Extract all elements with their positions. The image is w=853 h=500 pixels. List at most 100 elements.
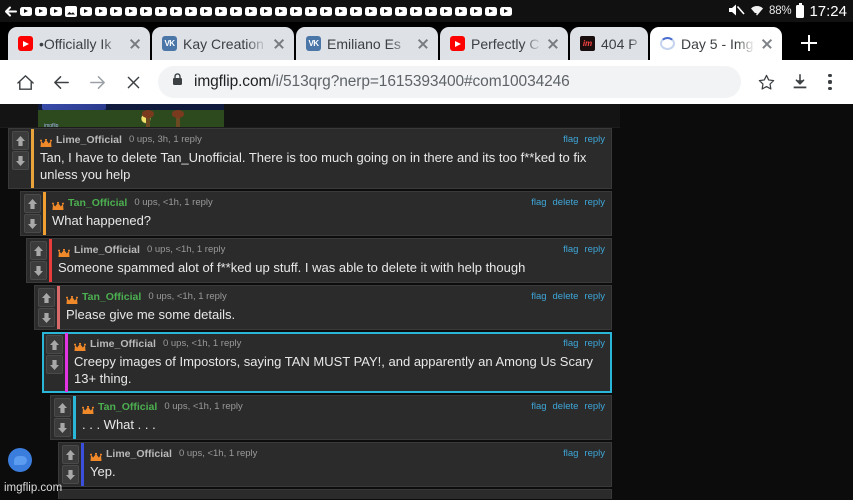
meme-thumbnail-strip[interactable]: imgflip [0,104,620,128]
tab-close-icon[interactable] [759,36,775,52]
browser-tab-4[interactable]: Perfectly Cu [440,27,568,60]
comment-item[interactable]: Tan_Official 0 ups, <1h, 1 reply flag delet… [20,191,612,236]
comment-flag-link[interactable]: flag [531,401,546,412]
comment-meta: Tan_Official 0 ups, <1h, 1 reply flag delet… [52,195,605,210]
comment-partial-next[interactable] [58,489,612,499]
downvote-button[interactable] [54,418,71,437]
comment-username[interactable]: Lime_Official [90,338,156,350]
comment-username[interactable]: Tan_Official [82,291,141,303]
youtube-favicon [450,36,465,51]
home-button[interactable] [8,65,42,99]
tab-title: •Officially Ik [39,35,112,52]
tab-close-icon[interactable] [545,36,561,52]
comment-actions: flag reply [563,244,605,255]
comment-item[interactable]: Tan_Official 0 ups, <1h, 1 reply flag delet… [34,285,612,330]
crown-icon [82,402,94,414]
tab-title: 404 P [601,35,638,52]
downvote-button[interactable] [12,151,29,170]
stop-loading-button[interactable] [116,65,150,99]
browser-tab-5[interactable]: im 404 P [570,27,648,60]
downvote-button[interactable] [30,261,47,280]
comment-meta: Lime_Official 0 ups, <1h, 1 reply flag repl… [74,336,605,351]
youtube-icon [425,6,437,16]
comment-reply-link[interactable]: reply [584,401,605,412]
comment-reply-link[interactable]: reply [584,291,605,302]
downvote-button[interactable] [46,355,63,374]
browser-tab-3[interactable]: VK Emiliano Es [296,27,438,60]
comment-flag-link[interactable]: flag [531,197,546,208]
comment-reply-link[interactable]: reply [584,338,605,349]
thumb-shape [172,110,184,127]
upvote-button[interactable] [54,398,71,417]
comment-username[interactable]: Lime_Official [56,134,122,146]
comment-username[interactable]: Tan_Official [98,401,157,413]
comment-username[interactable]: Tan_Official [68,197,127,209]
back-button[interactable] [44,65,78,99]
comment-username[interactable]: Lime_Official [74,244,140,256]
comment-reply-link[interactable]: reply [584,134,605,145]
comment-reply-link[interactable]: reply [584,448,605,459]
comment-flag-link[interactable]: flag [563,448,578,459]
tab-close-icon[interactable] [127,36,143,52]
star-icon [758,74,774,90]
comment-meta: Lime_Official 0 ups, 3h, 1 reply flag reply [40,132,605,147]
new-tab-button[interactable] [794,28,824,58]
browser-tab-1[interactable]: •Officially Ik [8,27,150,60]
chat-bubble-icon[interactable] [8,448,32,472]
comment-stats: 0 ups, <1h, 1 reply [146,244,226,255]
vk-favicon: VK [162,36,177,51]
forward-button[interactable] [80,65,114,99]
youtube-icon [185,6,197,16]
stop-loading-icon [127,76,139,88]
youtube-icon [260,6,272,16]
browser-tab-2[interactable]: VK Kay Creation [152,27,294,60]
comment-reply-link[interactable]: reply [584,197,605,208]
youtube-icon [20,6,32,16]
vote-column [59,443,81,486]
comment-flag-link[interactable]: flag [531,291,546,302]
comment-delete-link[interactable]: delete [553,291,579,302]
comment-flag-link[interactable]: flag [563,134,578,145]
youtube-icon [230,6,242,16]
youtube-icon [500,6,512,16]
comment-delete-link[interactable]: delete [553,401,579,412]
crown-icon [58,245,70,257]
comment-flag-link[interactable]: flag [563,338,578,349]
upvote-button[interactable] [62,445,79,464]
comment-flag-link[interactable]: flag [563,244,578,255]
comment-reply-link[interactable]: reply [584,244,605,255]
upvote-button[interactable] [30,241,47,260]
tab-close-icon[interactable] [415,36,431,52]
bookmark-button[interactable] [749,65,783,99]
comment-delete-link[interactable]: delete [553,197,579,208]
download-button[interactable] [783,65,817,99]
browser-menu-button[interactable] [817,67,843,97]
downvote-button[interactable] [24,214,41,233]
crown-icon [40,135,52,147]
comment-item[interactable]: Lime_Official 0 ups, <1h, 1 reply flag repl… [26,238,612,283]
downvote-button[interactable] [62,465,79,484]
comment-item[interactable]: Lime_Official 0 ups, <1h, 1 reply flag repl… [42,332,612,393]
address-bar[interactable]: imgflip.com/i/513qrg?nerp=1615393400#com… [158,66,741,98]
tab-close-icon[interactable] [271,36,287,52]
upvote-button[interactable] [24,194,41,213]
download-icon [793,74,807,89]
comment-item[interactable]: Lime_Official 0 ups, 3h, 1 reply flag reply… [8,128,612,189]
comment-username[interactable]: Lime_Official [106,448,172,460]
youtube-icon [305,6,317,16]
comment-item[interactable]: Lime_Official 0 ups, <1h, 1 reply flag repl… [58,442,612,487]
upvote-button[interactable] [46,335,63,354]
imgflip-favicon: im [580,36,595,51]
youtube-icon [485,6,497,16]
upvote-button[interactable] [12,131,29,150]
upvote-button[interactable] [38,288,55,307]
youtube-icon [275,6,287,16]
comment-stats: 0 ups, <1h, 1 reply [164,401,243,412]
forward-arrow-icon [89,75,105,89]
youtube-icon [350,6,362,16]
comment-item[interactable]: Tan_Official 0 ups, <1h, 1 reply flag delet… [50,395,612,440]
status-bar-clock: 17:24 [809,2,847,20]
browser-tab-6[interactable]: Day 5 - Imgf [650,27,782,60]
meme-thumbnail-image[interactable]: imgflip [38,104,224,127]
downvote-button[interactable] [38,308,55,327]
